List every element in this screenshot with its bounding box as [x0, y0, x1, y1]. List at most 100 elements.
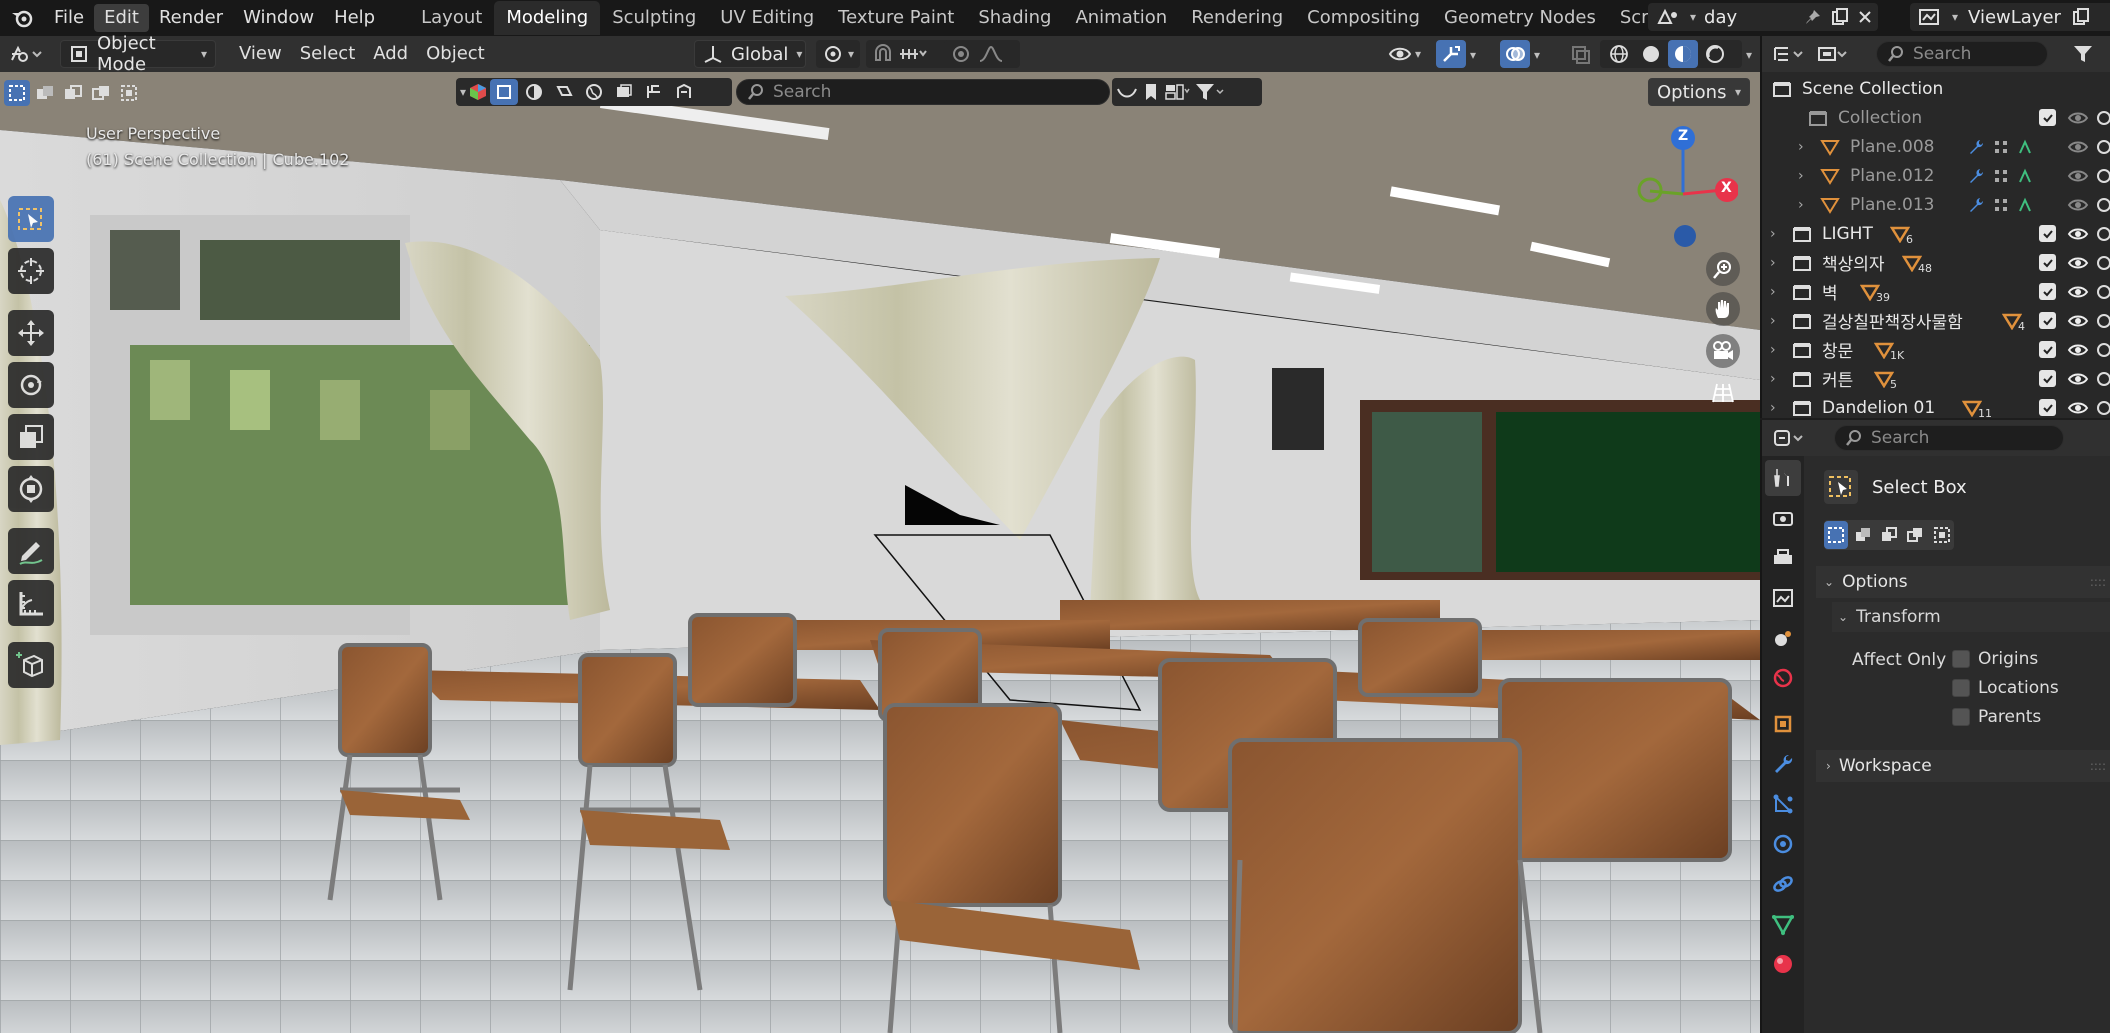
outliner-row[interactable]: › 걸상칠판책장사물함 4 [1762, 306, 2110, 335]
menu-file[interactable]: File [44, 4, 94, 32]
shading-material[interactable] [1668, 40, 1698, 68]
tool-add-cube[interactable] [8, 642, 54, 688]
chevron-down-icon[interactable]: ▾ [1470, 48, 1476, 62]
shading-rendered[interactable] [1700, 40, 1730, 68]
options-panel-header[interactable]: ⌄ Options :::: [1816, 566, 2110, 598]
eye-icon[interactable] [2067, 312, 2089, 330]
mode-subtract[interactable] [1877, 521, 1901, 549]
tab-modifiers[interactable] [1765, 746, 1801, 782]
falloff-icon[interactable] [978, 44, 1004, 64]
select-mode-intersect[interactable] [116, 80, 142, 106]
close-icon[interactable] [1858, 10, 1878, 24]
camera-render-icon[interactable] [2096, 225, 2110, 243]
outliner-row[interactable]: › 벽 39 [1762, 277, 2110, 306]
shading-wireframe[interactable] [1604, 40, 1634, 68]
tab-data[interactable] [1765, 906, 1801, 942]
locations-checkbox[interactable] [1952, 679, 1970, 697]
outliner-row[interactable]: › Plane.013 [1762, 190, 2110, 219]
expand-arrow-icon[interactable]: › [1770, 226, 1776, 242]
snap-magnet-icon[interactable] [872, 44, 894, 64]
transform-subpanel-header[interactable]: ⌄ Transform [1832, 602, 2110, 632]
filter-mesh[interactable] [490, 79, 519, 105]
tool-rotate[interactable] [8, 362, 54, 408]
outliner-root[interactable]: Scene Collection [1762, 74, 2110, 103]
tool-scale[interactable] [8, 414, 54, 460]
expand-arrow-icon[interactable]: › [1770, 313, 1776, 329]
transform-orientation-dropdown[interactable]: Global ▾ [694, 40, 806, 68]
menu-help[interactable]: Help [324, 4, 385, 32]
bookmark-icon[interactable] [1142, 82, 1160, 102]
parents-checkbox-row[interactable]: Parents [1952, 707, 2041, 727]
workspace-panel-header[interactable]: › Workspace :::: [1816, 750, 2110, 782]
menu-edit[interactable]: Edit [94, 4, 149, 32]
outliner-row[interactable]: › LIGHT 6 [1762, 219, 2110, 248]
eye-icon[interactable] [2067, 399, 2089, 417]
perspective-toggle-button[interactable] [1706, 376, 1740, 410]
menu-object[interactable]: Object [417, 40, 494, 68]
navigation-gizmo[interactable]: Z X [1628, 124, 1739, 254]
filter-funnel-icon[interactable] [1194, 82, 1224, 102]
eye-icon[interactable] [2067, 138, 2089, 156]
select-mode-invert[interactable] [88, 80, 114, 106]
mode-intersect[interactable] [1930, 521, 1954, 549]
tool-search-input[interactable]: Search [736, 79, 1110, 105]
camera-render-icon[interactable] [2096, 283, 2110, 301]
pan-button[interactable] [1706, 292, 1740, 326]
tool-select-box[interactable] [8, 196, 54, 242]
chevron-down-icon[interactable]: ▾ [1746, 48, 1752, 62]
menu-window[interactable]: Window [233, 4, 324, 32]
outliner-editor-icon[interactable] [1772, 44, 1806, 64]
eye-icon[interactable] [2067, 341, 2089, 359]
tab-sculpting[interactable]: Sculpting [600, 1, 708, 35]
eye-icon[interactable] [2067, 283, 2089, 301]
exclude-checkbox[interactable] [2039, 370, 2056, 387]
expand-arrow-icon[interactable]: › [1770, 255, 1776, 271]
tab-particles[interactable] [1765, 786, 1801, 822]
exclude-checkbox[interactable] [2039, 109, 2056, 126]
tab-material[interactable] [1765, 946, 1801, 982]
shading-solid[interactable] [1636, 40, 1666, 68]
tool-cursor[interactable] [8, 248, 54, 294]
new-view-layer-icon[interactable] [2071, 7, 2091, 27]
outliner-row[interactable]: Collection [1762, 103, 2110, 132]
camera-render-icon[interactable] [2096, 370, 2110, 388]
parents-checkbox[interactable] [1952, 708, 1970, 726]
filter-texture[interactable] [610, 79, 638, 105]
tab-layout[interactable]: Layout [409, 1, 494, 35]
eye-icon[interactable] [2067, 109, 2089, 127]
tab-tool[interactable] [1765, 460, 1801, 496]
tool-move[interactable] [8, 310, 54, 356]
menu-render[interactable]: Render [149, 4, 233, 32]
menu-view[interactable]: View [230, 40, 291, 68]
outliner-row[interactable]: › 창문 1K [1762, 335, 2110, 364]
filter-material[interactable] [520, 79, 548, 105]
grouping-icon[interactable] [1164, 82, 1190, 102]
view-layer-name[interactable]: ViewLayer [1968, 7, 2061, 28]
eye-icon[interactable] [2067, 167, 2089, 185]
drag-handle-icon[interactable]: :::: [2090, 759, 2110, 773]
tab-physics[interactable] [1765, 826, 1801, 862]
eye-icon[interactable] [2067, 370, 2089, 388]
tab-scene[interactable] [1765, 620, 1801, 656]
curve-filter-icon[interactable] [1116, 83, 1138, 101]
scene-name[interactable]: day [1704, 7, 1796, 28]
filter-geometry[interactable] [670, 79, 698, 105]
filter-world[interactable] [580, 79, 608, 105]
options-dropdown[interactable]: Options ▾ [1648, 78, 1750, 106]
eye-icon[interactable] [2067, 196, 2089, 214]
tab-view-layer[interactable] [1765, 580, 1801, 616]
overlays-toggle[interactable] [1500, 40, 1530, 68]
proportional-edit-icon[interactable] [950, 44, 972, 64]
mode-set[interactable] [1824, 521, 1849, 549]
visibility-dropdown[interactable]: ▾ [1384, 40, 1428, 68]
eye-icon[interactable] [2067, 225, 2089, 243]
filter-image[interactable] [640, 79, 668, 105]
exclude-checkbox[interactable] [2039, 254, 2056, 271]
select-mode-extend[interactable] [32, 80, 58, 106]
origins-checkbox[interactable] [1952, 650, 1970, 668]
blender-logo-icon[interactable] [0, 0, 44, 36]
camera-view-button[interactable] [1706, 334, 1740, 368]
tab-output[interactable] [1765, 540, 1801, 576]
expand-arrow-icon[interactable]: › [1770, 400, 1776, 416]
expand-arrow-icon[interactable]: › [1798, 139, 1804, 155]
